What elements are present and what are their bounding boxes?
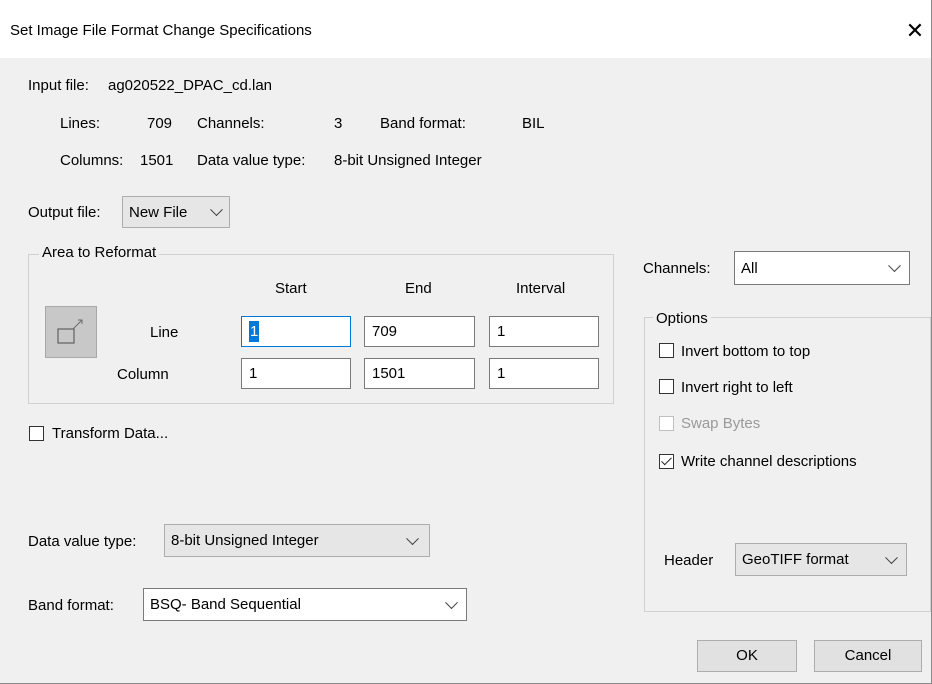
inquire-box-button[interactable] (45, 306, 97, 358)
input-file-name: ag020522_DPAC_cd.lan (108, 77, 273, 94)
write-channel-checkbox[interactable] (659, 454, 674, 469)
header-select[interactable]: GeoTIFF format (735, 543, 907, 576)
transform-data-label: Transform Data... (52, 425, 169, 442)
header-label: Header (664, 552, 714, 569)
column-interval-input[interactable]: 1 (489, 358, 599, 389)
cancel-button[interactable]: Cancel (814, 640, 922, 672)
column-start-input[interactable]: 1 (241, 358, 351, 389)
chevron-down-icon (406, 531, 419, 545)
lines-value: 709 (147, 115, 173, 132)
invert-right-label: Invert right to left (681, 379, 793, 396)
line-start-value: 1 (249, 321, 260, 342)
channels-value: 3 (334, 115, 343, 132)
band-format-select-label: Band format: (28, 597, 114, 614)
invert-bottom-label: Invert bottom to top (681, 343, 811, 360)
column-interval-value: 1 (497, 365, 506, 382)
chevron-down-icon (888, 259, 901, 273)
band-format-value: BIL (522, 115, 545, 132)
channels-select-value: All (741, 259, 758, 277)
line-row-label: Line (150, 324, 179, 341)
interval-header: Interval (516, 280, 566, 297)
line-start-input[interactable]: 1 (241, 316, 351, 347)
invert-right-checkbox[interactable] (659, 379, 674, 394)
start-header: Start (275, 280, 307, 297)
window-title: Set Image File Format Change Specificati… (10, 22, 312, 39)
input-file-label: Input file: (28, 77, 89, 94)
data-value-type-select[interactable]: 8-bit Unsigned Integer (164, 524, 430, 557)
band-format-select-value: BSQ- Band Sequential (150, 596, 301, 613)
swap-bytes-label: Swap Bytes (681, 415, 761, 432)
line-interval-value: 1 (497, 323, 506, 340)
chevron-down-icon (210, 203, 223, 217)
transform-data-checkbox[interactable] (29, 426, 44, 441)
column-end-value: 1501 (372, 365, 406, 382)
channels-select[interactable]: All (734, 251, 910, 285)
channels-select-label: Channels: (643, 260, 711, 277)
column-start-value: 1 (249, 365, 258, 382)
line-end-value: 709 (372, 323, 398, 340)
chevron-down-icon (445, 595, 458, 609)
output-file-value: New File (129, 203, 188, 221)
inquire-box-icon (57, 319, 83, 344)
title-bar: Set Image File Format Change Specificati… (0, 0, 931, 58)
output-file-select[interactable]: New File (122, 196, 230, 228)
lines-label: Lines: (60, 115, 101, 132)
swap-bytes-checkbox[interactable] (659, 416, 674, 431)
data-type-value: 8-bit Unsigned Integer (334, 152, 482, 169)
band-format-label: Band format: (380, 115, 466, 132)
area-group-title: Area to Reformat (39, 244, 160, 261)
end-header: End (405, 280, 432, 297)
data-type-label: Data value type: (197, 152, 306, 169)
data-value-type-value: 8-bit Unsigned Integer (171, 532, 319, 549)
channels-label: Channels: (197, 115, 265, 132)
columns-label: Columns: (60, 152, 124, 169)
header-select-value: GeoTIFF format (742, 551, 849, 568)
data-value-type-label: Data value type: (28, 533, 137, 550)
band-format-select[interactable]: BSQ- Band Sequential (143, 588, 467, 621)
column-row-label: Column (117, 366, 169, 383)
dialog-window: Set Image File Format Change Specificati… (0, 0, 932, 684)
line-end-input[interactable]: 709 (364, 316, 475, 347)
line-interval-input[interactable]: 1 (489, 316, 599, 347)
chevron-down-icon (885, 550, 898, 564)
write-channel-label: Write channel descriptions (681, 453, 857, 470)
columns-value: 1501 (140, 152, 174, 169)
column-end-input[interactable]: 1501 (364, 358, 475, 389)
output-file-label: Output file: (28, 204, 101, 221)
options-group-title: Options (653, 310, 711, 327)
ok-button[interactable]: OK (697, 640, 797, 672)
invert-bottom-checkbox[interactable] (659, 343, 674, 358)
close-icon[interactable]: ✕ (900, 16, 930, 46)
